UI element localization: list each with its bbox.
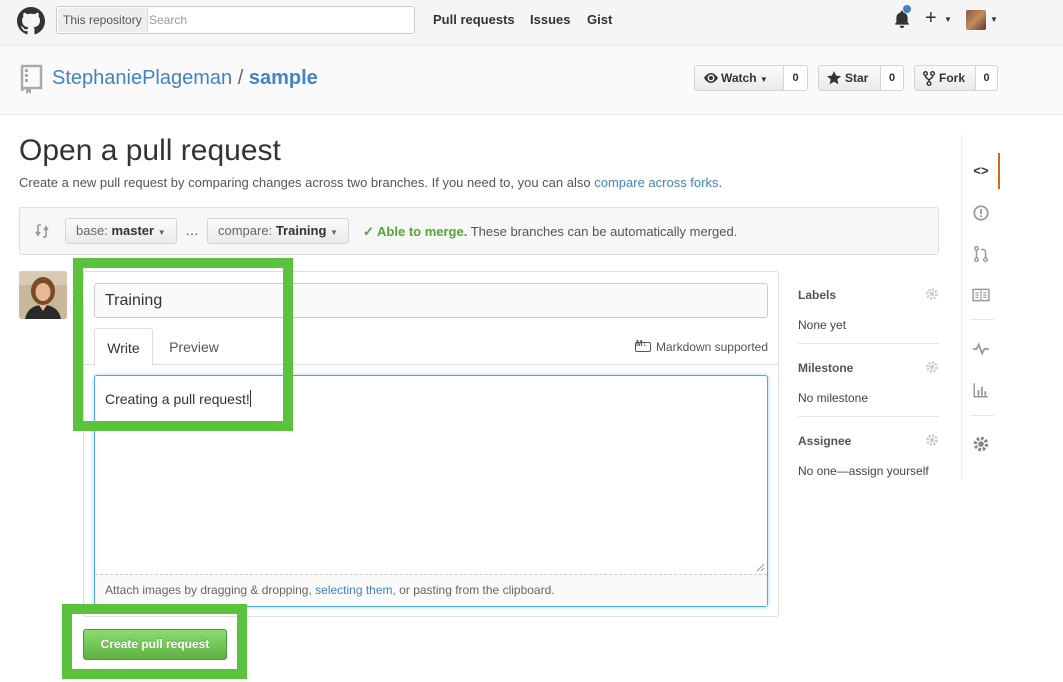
assignee-heading: Assignee [798, 434, 852, 448]
search-scope[interactable]: This repository [58, 8, 148, 32]
attach-images-bar[interactable]: Attach images by dragging & dropping, se… [95, 574, 767, 606]
search-input[interactable] [149, 9, 409, 31]
merge-status-text: These branches can be automatically merg… [467, 224, 738, 239]
star-icon [827, 71, 841, 85]
compare-branch-name: Training [275, 223, 327, 238]
select-files-link[interactable]: selecting them [315, 583, 392, 597]
star-button[interactable]: Star [818, 65, 881, 91]
repo-nav-divider [970, 415, 994, 416]
highlight-box-button [62, 604, 247, 679]
repo-nav: <> [961, 135, 1000, 480]
compare-branch-select[interactable]: compare: Training ▼ [207, 218, 349, 244]
watch-label: Watch [721, 71, 757, 85]
sidebar-milestone: Milestone No milestone [798, 361, 939, 405]
milestone-value: No milestone [798, 391, 869, 405]
wiki-icon[interactable] [972, 286, 990, 304]
avatar[interactable] [966, 10, 986, 30]
nav-gist[interactable]: Gist [587, 12, 612, 27]
star-count[interactable]: 0 [881, 65, 904, 91]
top-header: This repository Pull requests Issues Gis… [0, 0, 1063, 46]
check-icon: ✓ [363, 224, 378, 239]
search-box[interactable]: This repository [56, 6, 415, 34]
branch-ellipsis: … [185, 222, 199, 238]
github-logo-icon[interactable] [17, 7, 45, 35]
sidebar-divider [798, 416, 939, 417]
markdown-label: Markdown supported [655, 340, 768, 354]
graphs-icon[interactable] [972, 381, 990, 399]
branch-range-bar: base: master ▼ … compare: Training ▼ ✓ A… [19, 207, 939, 255]
chevron-down-icon: ▼ [157, 228, 166, 237]
base-branch-select[interactable]: base: master ▼ [65, 218, 177, 244]
milestone-heading: Milestone [798, 361, 854, 375]
compare-prefix: compare: [218, 223, 273, 238]
repo-title: StephaniePlageman / sample [52, 66, 318, 90]
nav-issues[interactable]: Issues [530, 12, 570, 27]
chevron-down-icon[interactable]: ▼ [944, 15, 952, 24]
attach-text-end: , or pasting from the clipboard. [392, 583, 555, 597]
repo-icon [20, 64, 43, 94]
fork-count[interactable]: 0 [976, 65, 998, 91]
page-title: Open a pull request [19, 134, 281, 167]
pull-request-icon[interactable] [972, 245, 990, 263]
notification-dot [903, 5, 911, 13]
markdown-supported-link[interactable]: Markdown supported [634, 339, 768, 354]
sidebar-labels: Labels None yet [798, 288, 939, 332]
highlight-box-title [73, 258, 293, 431]
sidebar-assignee: Assignee No one—assign yourself [798, 434, 939, 478]
repo-name-link[interactable]: sample [249, 67, 318, 89]
chevron-down-icon: ▼ [330, 228, 338, 237]
subtitle-text: Create a new pull request by comparing c… [19, 175, 595, 190]
sidebar-divider [798, 343, 939, 344]
pulse-icon[interactable] [972, 340, 990, 358]
base-prefix: base: [76, 223, 108, 238]
watch-count[interactable]: 0 [784, 65, 808, 91]
watch-button[interactable]: Watch ▼ [694, 65, 784, 91]
nav-pull-requests[interactable]: Pull requests [433, 12, 515, 27]
repo-owner-link[interactable]: StephaniePlageman [52, 67, 232, 89]
gear-icon[interactable] [925, 287, 939, 301]
attach-text: Attach images by dragging & dropping, [105, 583, 316, 597]
compare-across-forks-link[interactable]: compare across forks [594, 175, 718, 190]
repo-nav-divider [970, 319, 994, 320]
gear-icon[interactable] [925, 360, 939, 374]
labels-heading: Labels [798, 288, 837, 302]
merge-status: ✓ Able to merge. These branches can be a… [363, 224, 737, 240]
compare-arrows-icon[interactable] [34, 223, 50, 239]
repo-header: StephaniePlageman / sample Watch ▼ 0 Sta… [0, 47, 1063, 115]
resize-handle-icon[interactable] [755, 562, 765, 572]
avatar-image [19, 271, 67, 319]
fork-label: Fork [939, 71, 966, 85]
chevron-down-icon[interactable]: ▼ [990, 15, 998, 24]
plus-icon[interactable]: + [925, 8, 937, 28]
issues-icon[interactable] [972, 204, 990, 222]
code-icon[interactable]: <> [972, 163, 990, 181]
subtitle-end: . [718, 175, 723, 190]
fork-icon [923, 71, 935, 86]
assignee-value[interactable]: No one—assign yourself [798, 464, 939, 478]
author-avatar[interactable] [19, 271, 67, 319]
star-label: Star [845, 71, 869, 85]
merge-status-label: Able to merge. [377, 224, 468, 239]
chevron-down-icon: ▼ [759, 75, 768, 84]
fork-button[interactable]: Fork [914, 65, 976, 91]
labels-value: None yet [798, 318, 847, 332]
page-subtitle: Create a new pull request by comparing c… [19, 175, 722, 190]
eye-icon [704, 73, 718, 83]
settings-gear-icon[interactable] [972, 435, 990, 453]
base-branch-name: master [111, 223, 155, 238]
repo-separator: / [237, 67, 244, 89]
markdown-icon [634, 339, 651, 352]
gear-icon[interactable] [925, 433, 939, 447]
